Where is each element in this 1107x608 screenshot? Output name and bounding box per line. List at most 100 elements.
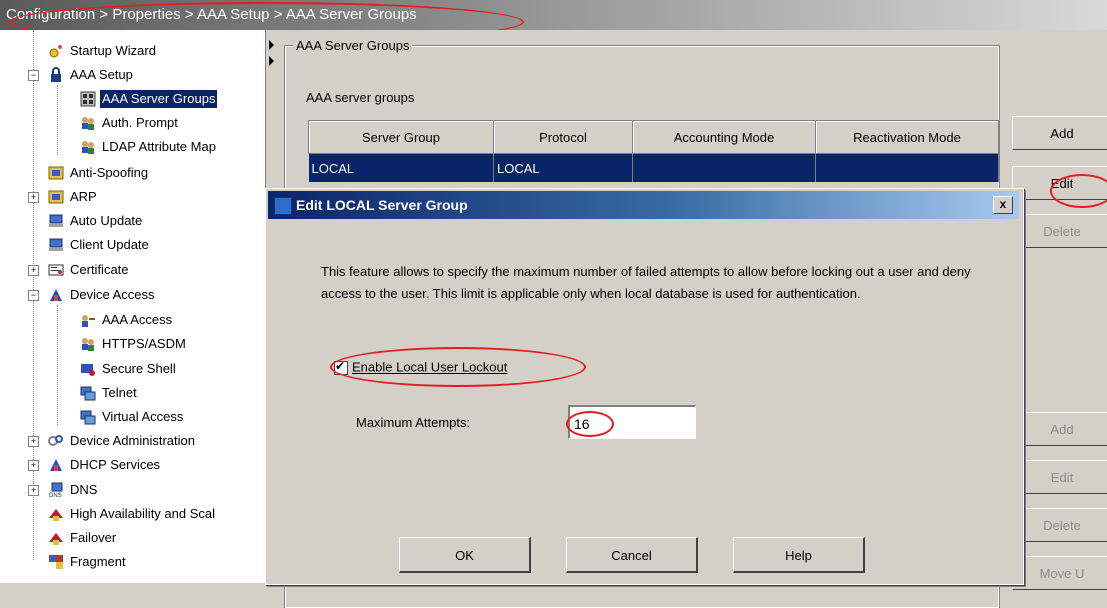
server-groups-table[interactable]: Server Group Protocol Accounting Mode Re… xyxy=(308,120,999,182)
tree-item-secure-shell[interactable]: Secure Shell xyxy=(80,356,178,380)
move-up-button[interactable]: Move U xyxy=(1012,556,1107,590)
tree-item-label: Telnet xyxy=(102,384,137,400)
breadcrumb: Configuration > Properties > AAA Setup >… xyxy=(0,0,1107,30)
tree-item-label: Secure Shell xyxy=(102,360,176,376)
network-icon xyxy=(48,190,64,204)
tree-item-auto-update[interactable]: Auto Update xyxy=(48,208,144,232)
add-server-button[interactable]: Add xyxy=(1012,412,1107,446)
fragment-icon xyxy=(49,554,63,569)
tree-item-device-access[interactable]: Device Access xyxy=(48,282,157,306)
tree-item-label: AAA Access xyxy=(102,311,173,327)
tree-item-ldap-attribute-map[interactable]: LDAP Attribute Map xyxy=(80,134,218,158)
key-icon xyxy=(82,314,95,327)
table-row[interactable]: LOCAL LOCAL xyxy=(308,153,999,182)
users-icon xyxy=(82,140,94,154)
tree-item-label: Startup Wizard xyxy=(70,42,156,58)
gears-icon xyxy=(48,434,63,446)
dns-icon: DNS xyxy=(49,482,63,498)
collapse-arrow-icon[interactable] xyxy=(269,40,274,50)
help-button[interactable]: Help xyxy=(733,537,865,573)
expander-device-administration[interactable]: + xyxy=(28,436,39,447)
cancel-button[interactable]: Cancel xyxy=(566,537,698,573)
device-icon xyxy=(50,288,62,301)
failover-icon xyxy=(49,532,63,545)
expander-dns[interactable]: + xyxy=(28,485,39,496)
navigation-tree: − + + − + + + Startup Wizard AAA Setup A… xyxy=(0,30,265,583)
ok-button[interactable]: OK xyxy=(399,537,531,573)
tree-item-fragment[interactable]: Fragment xyxy=(48,549,128,573)
table-cell xyxy=(815,153,999,182)
column-header[interactable]: Reactivation Mode xyxy=(815,120,999,154)
collapse-arrow-icon[interactable] xyxy=(269,56,274,66)
dialog-title: Edit LOCAL Server Group xyxy=(296,197,468,213)
expander-device-access[interactable]: − xyxy=(28,290,39,301)
table-label: AAA server groups xyxy=(306,90,415,105)
tree-item-startup-wizard[interactable]: Startup Wizard xyxy=(48,38,158,62)
table-cell xyxy=(632,153,816,182)
lockout-checkbox[interactable]: ✔ xyxy=(334,358,348,375)
availability-icon xyxy=(49,508,63,521)
tree-item-certificate[interactable]: Certificate xyxy=(48,257,131,281)
tree-item-high-availability[interactable]: High Availability and Scal xyxy=(48,501,217,525)
edit-server-button[interactable]: Edit xyxy=(1012,460,1107,494)
computer-icon xyxy=(49,238,63,251)
lockout-checkbox-row[interactable]: ✔ Enable Local User Lockout xyxy=(334,357,507,377)
expander-aaa-setup[interactable]: − xyxy=(28,70,39,81)
close-icon[interactable]: x xyxy=(993,196,1013,214)
max-attempts-input[interactable]: 16 xyxy=(568,405,696,439)
terminal-icon xyxy=(80,386,96,401)
tree-item-label: ARP xyxy=(70,188,97,204)
expander-dhcp-services[interactable]: + xyxy=(28,460,39,471)
tree-item-label: DNS xyxy=(70,481,98,497)
device-icon xyxy=(50,458,62,471)
column-header[interactable]: Protocol xyxy=(493,120,633,154)
column-header[interactable]: Server Group xyxy=(308,120,494,154)
shield-icon xyxy=(48,166,64,180)
delete-server-button[interactable]: Delete xyxy=(1012,508,1107,542)
tree-item-label: LDAP Attribute Map xyxy=(102,138,216,154)
expander-certificate[interactable]: + xyxy=(28,265,39,276)
tree-item-dhcp-services[interactable]: DHCP Services xyxy=(48,452,162,476)
tree-item-failover[interactable]: Failover xyxy=(48,525,118,549)
wizard-icon xyxy=(49,44,62,58)
tree-item-anti-spoofing[interactable]: Anti-Spoofing xyxy=(48,160,150,184)
tree-item-label: DHCP Services xyxy=(70,456,161,472)
certificate-icon xyxy=(48,264,64,276)
checkmark-icon: ✔ xyxy=(335,358,346,373)
secure-shell-icon xyxy=(81,363,95,376)
lock-icon xyxy=(51,66,61,82)
tree-item-label: Auto Update xyxy=(70,212,143,228)
tree-connector xyxy=(57,305,58,425)
column-header[interactable]: Accounting Mode xyxy=(632,120,816,154)
svg-text:DNS: DNS xyxy=(49,493,62,498)
tree-item-client-update[interactable]: Client Update xyxy=(48,232,151,256)
dialog-titlebar[interactable]: Edit LOCAL Server Group x xyxy=(268,191,1019,219)
lockout-checkbox-label[interactable]: Enable Local User Lockout xyxy=(352,360,507,375)
tree-item-telnet[interactable]: Telnet xyxy=(80,380,139,404)
tree-item-label: AAA Setup xyxy=(70,66,133,82)
tree-item-label: Device Administration xyxy=(70,432,195,448)
table-cell: LOCAL xyxy=(493,153,633,182)
tree-item-aaa-server-groups[interactable]: AAA Server Groups xyxy=(80,86,218,110)
tree-item-auth-prompt[interactable]: Auth. Prompt xyxy=(80,110,180,134)
tree-item-arp[interactable]: ARP xyxy=(48,184,99,208)
edit-button[interactable]: Edit xyxy=(1012,166,1107,200)
tree-item-label: High Availability and Scal xyxy=(70,505,216,521)
tree-item-label: Certificate xyxy=(70,261,129,277)
delete-button[interactable]: Delete xyxy=(1012,214,1107,248)
group-title: AAA Server Groups xyxy=(293,38,413,53)
tree-item-https-asdm[interactable]: HTTPS/ASDM xyxy=(80,331,188,355)
users-icon xyxy=(82,337,94,351)
computer-icon xyxy=(49,214,63,227)
add-button[interactable]: Add xyxy=(1012,116,1107,150)
expander-arp[interactable]: + xyxy=(28,192,39,203)
tree-item-aaa-access[interactable]: AAA Access xyxy=(80,307,174,331)
tree-item-label: Device Access xyxy=(70,286,155,302)
tree-item-dns[interactable]: DNS DNS xyxy=(48,477,99,501)
tree-item-label: Failover xyxy=(70,529,117,545)
tree-item-device-administration[interactable]: Device Administration xyxy=(48,428,197,452)
edit-server-group-dialog: Edit LOCAL Server Group x This feature a… xyxy=(265,188,1024,585)
tree-item-virtual-access[interactable]: Virtual Access xyxy=(80,404,185,428)
tree-connector xyxy=(57,85,58,155)
tree-item-aaa-setup[interactable]: AAA Setup xyxy=(48,62,135,86)
